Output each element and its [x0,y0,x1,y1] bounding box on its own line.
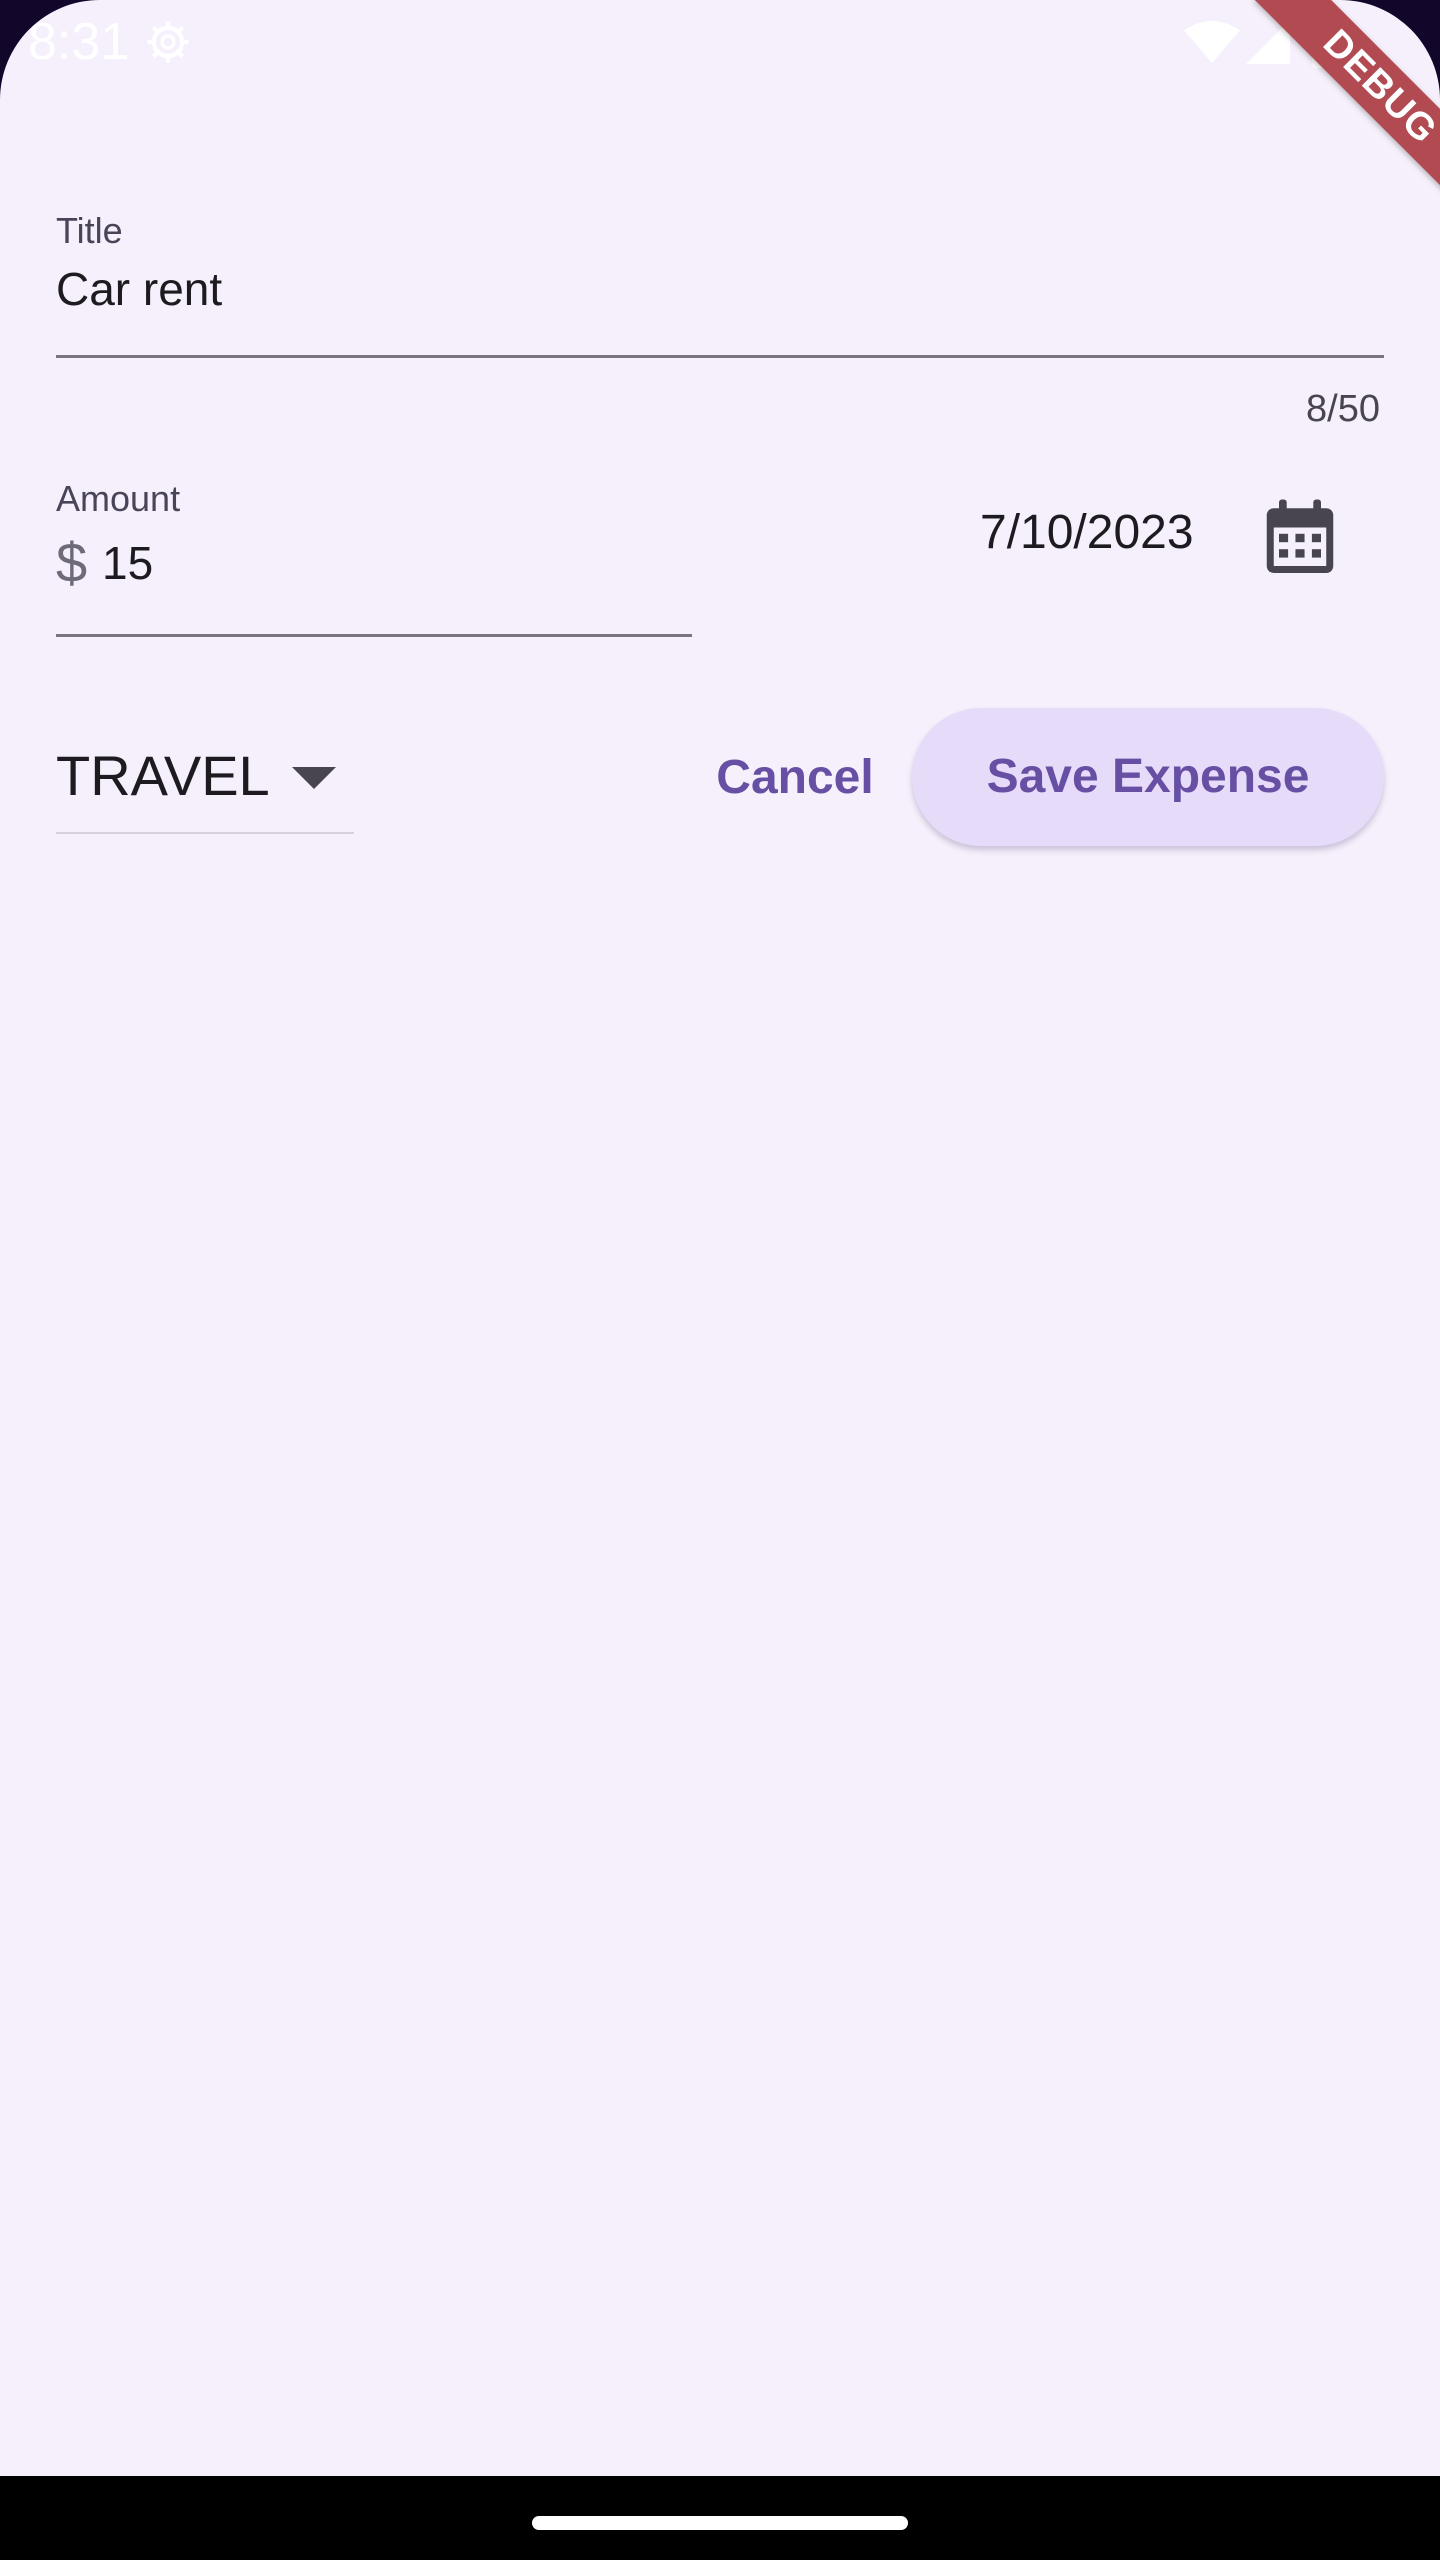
amount-field-label: Amount [56,478,181,519]
home-indicator[interactable] [532,2516,908,2530]
category-selected-value: TRAVEL [56,744,270,807]
title-field-underline [56,355,1384,358]
amount-field-underline [56,634,692,637]
status-time: 8:31 [28,13,130,71]
calendar-icon[interactable] [1258,496,1342,580]
selected-date: 7/10/2023 [980,506,1194,559]
category-dropdown[interactable]: TRAVEL [56,730,354,834]
gear-icon [147,21,189,63]
title-character-counter: 8/50 [1306,388,1380,430]
title-field-label: Title [56,210,123,251]
amount-input[interactable]: 15 [102,536,153,590]
wifi-icon [1184,21,1240,63]
dropdown-arrow-icon [292,767,336,789]
title-input[interactable]: Car rent [56,262,222,316]
currency-prefix: $ [56,531,88,594]
cancel-button[interactable]: Cancel [700,730,890,826]
device-screen: 8:31 DEBUG Title Car rent 8/50 Amount $ … [0,0,1440,2560]
new-expense-sheet: 8:31 DEBUG Title Car rent 8/50 Amount $ … [0,0,1440,2476]
dropdown-underline [56,832,354,834]
save-expense-button[interactable]: Save Expense [912,708,1384,846]
